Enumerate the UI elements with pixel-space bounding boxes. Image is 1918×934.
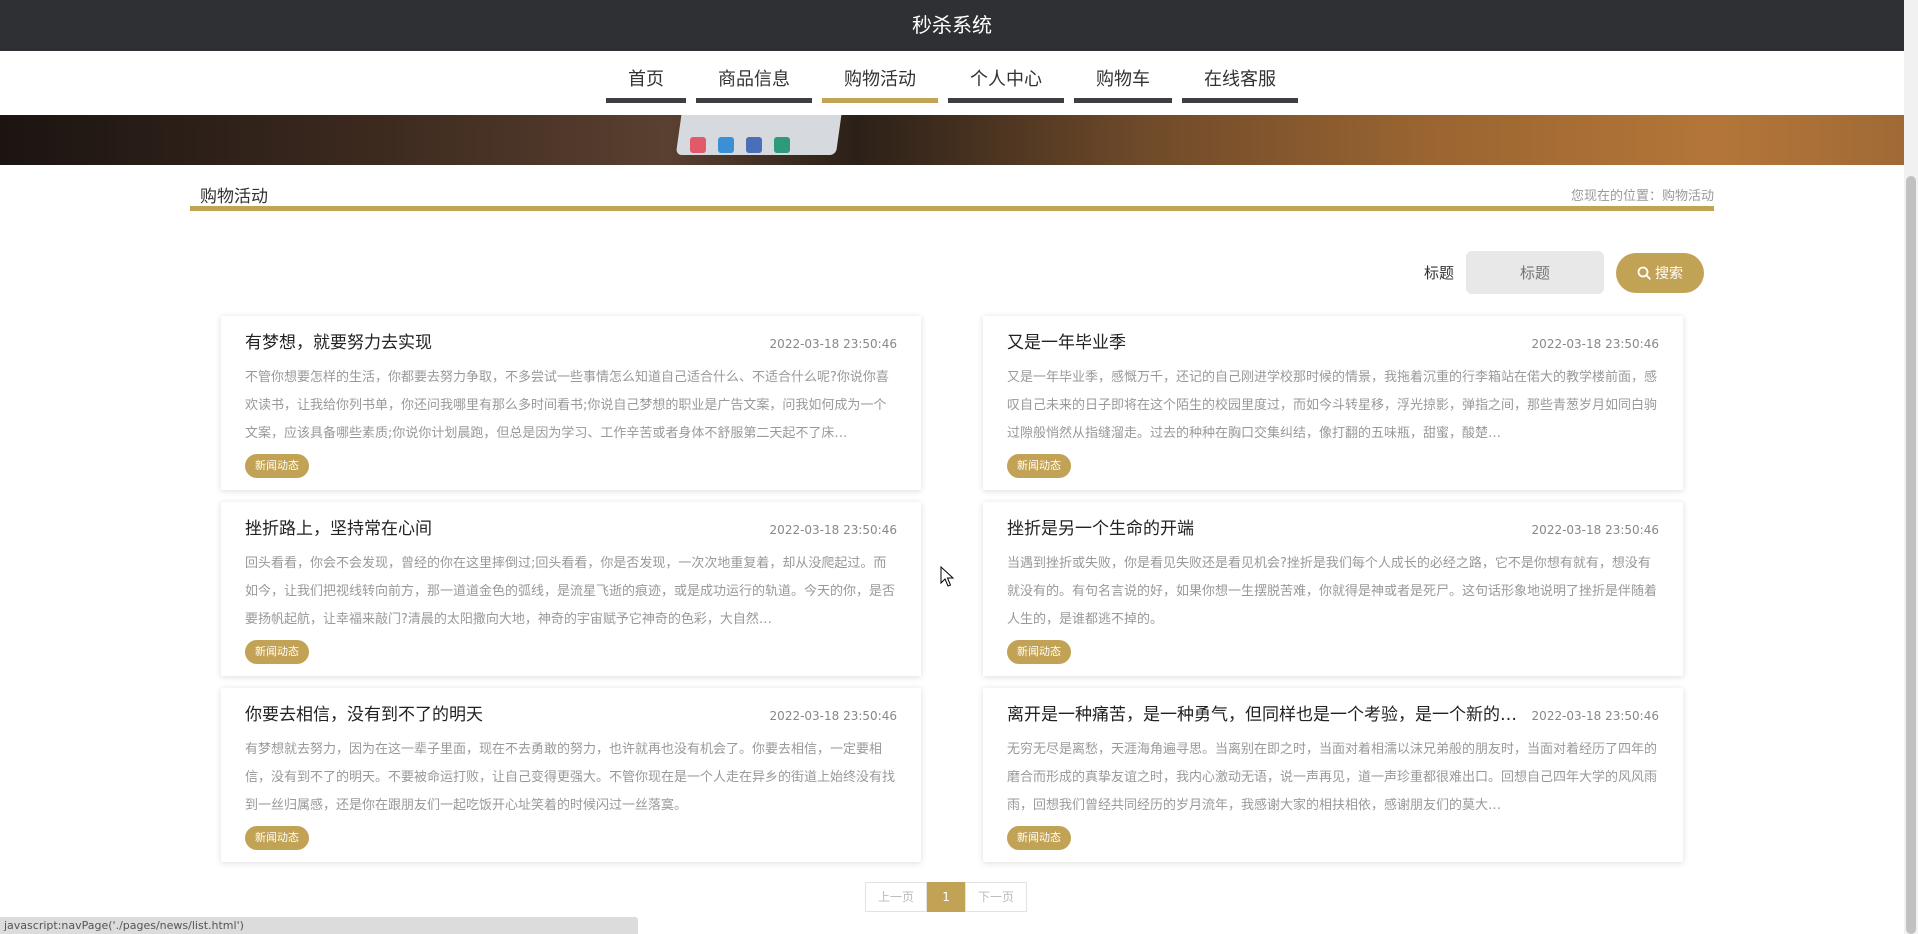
scrollbar-thumb[interactable] bbox=[1906, 176, 1916, 934]
article-excerpt: 有梦想就去努力，因为在这一辈子里面，现在不去勇敢的努力，也许就再也没有机会了。你… bbox=[245, 742, 896, 813]
breadcrumb: 您现在的位置：购物活动 bbox=[1570, 189, 1714, 204]
article-excerpt: 回头看看，你会不会发现，曾经的你在这里摔倒过;回头看看，你是否发现，一次次地重复… bbox=[245, 556, 896, 627]
banner-image bbox=[0, 115, 1904, 165]
article-date: 2022-03-18 23:50:46 bbox=[1531, 523, 1659, 537]
search-label: 标题 bbox=[1423, 264, 1454, 282]
article-excerpt: 当遇到挫折或失败，你是看见失败还是看见机会?挫折是我们每个人成长的必经之路，它不… bbox=[1007, 556, 1658, 627]
app-header: 秒杀系统 bbox=[0, 0, 1904, 51]
scrollbar[interactable] bbox=[1904, 0, 1918, 934]
article-title[interactable]: 又是一年毕业季 bbox=[1007, 328, 1126, 353]
article-card[interactable]: 你要去相信，没有到不了的明天 2022-03-18 23:50:46 有梦想就去… bbox=[221, 688, 921, 862]
nav-item-activities[interactable]: 购物活动 bbox=[822, 65, 938, 103]
article-excerpt: 不管你想要怎样的生活，你都要去努力争取，不多尝试一些事情怎么知道自己适合什么、不… bbox=[245, 370, 889, 441]
page-number-button[interactable]: 1 bbox=[927, 882, 966, 912]
article-excerpt: 又是一年毕业季，感慨万千，还记的自己刚进学校那时候的情景，我拖着沉重的行李箱站在… bbox=[1007, 370, 1658, 441]
search-icon bbox=[1637, 266, 1651, 280]
article-card[interactable]: 离开是一种痛苦，是一种勇气，但同样也是一个考验，是一个新的开始 2022-03-… bbox=[983, 688, 1683, 862]
article-date: 2022-03-18 23:50:46 bbox=[769, 337, 897, 351]
app-title: 秒杀系统 bbox=[912, 13, 992, 37]
next-page-button[interactable]: 下一页 bbox=[965, 882, 1028, 912]
banner-app-icon bbox=[774, 137, 790, 153]
banner-app-icon bbox=[718, 137, 734, 153]
banner-app-icon bbox=[690, 137, 706, 153]
page-title: 购物活动 bbox=[200, 187, 268, 207]
banner-app-icon bbox=[746, 137, 762, 153]
nav-item-profile[interactable]: 个人中心 bbox=[948, 65, 1064, 103]
article-title[interactable]: 离开是一种痛苦，是一种勇气，但同样也是一个考验，是一个新的开始 bbox=[1007, 700, 1532, 725]
search-input[interactable] bbox=[1466, 251, 1604, 294]
nav-item-cart[interactable]: 购物车 bbox=[1074, 65, 1172, 103]
article-tag: 新闻动态 bbox=[245, 454, 309, 478]
article-card[interactable]: 挫折路上，坚持常在心间 2022-03-18 23:50:46 回头看看，你会不… bbox=[221, 502, 921, 676]
nav-item-support[interactable]: 在线客服 bbox=[1182, 65, 1298, 103]
nav-item-home[interactable]: 首页 bbox=[606, 65, 686, 103]
article-tag: 新闻动态 bbox=[245, 640, 309, 664]
article-list: 有梦想，就要努力去实现 2022-03-18 23:50:46 不管你想要怎样的… bbox=[221, 316, 1683, 862]
article-date: 2022-03-18 23:50:46 bbox=[1531, 709, 1659, 723]
search-button[interactable]: 搜索 bbox=[1616, 252, 1704, 293]
search-bar: 标题 搜索 bbox=[1424, 251, 1704, 294]
article-date: 2022-03-18 23:50:46 bbox=[769, 709, 897, 723]
article-tag: 新闻动态 bbox=[1007, 640, 1071, 664]
article-tag: 新闻动态 bbox=[245, 826, 309, 850]
article-date: 2022-03-18 23:50:46 bbox=[1531, 337, 1659, 351]
main-nav: 首页 商品信息 购物活动 个人中心 购物车 在线客服 bbox=[0, 51, 1904, 115]
article-card[interactable]: 又是一年毕业季 2022-03-18 23:50:46 又是一年毕业季，感慨万千… bbox=[983, 316, 1683, 490]
browser-status-bar: javascript:navPage('./pages/news/list.ht… bbox=[0, 917, 638, 934]
article-excerpt: 无穷无尽是离愁，天涯海角遍寻思。当离别在即之时，当面对着相濡以沫兄弟般的朋友时，… bbox=[1007, 742, 1658, 813]
pagination: 上一页 1 下一页 bbox=[865, 882, 1028, 912]
prev-page-button[interactable]: 上一页 bbox=[865, 882, 928, 912]
article-title[interactable]: 挫折是另一个生命的开端 bbox=[1007, 514, 1194, 539]
mouse-cursor-icon bbox=[940, 566, 954, 587]
article-card[interactable]: 挫折是另一个生命的开端 2022-03-18 23:50:46 当遇到挫折或失败… bbox=[983, 502, 1683, 676]
article-tag: 新闻动态 bbox=[1007, 826, 1071, 850]
article-title[interactable]: 有梦想，就要努力去实现 bbox=[245, 328, 432, 353]
nav-item-products[interactable]: 商品信息 bbox=[696, 65, 812, 103]
search-button-label: 搜索 bbox=[1655, 265, 1683, 282]
article-title[interactable]: 你要去相信，没有到不了的明天 bbox=[245, 700, 483, 725]
section-header: 购物活动 您现在的位置：购物活动 bbox=[190, 165, 1714, 211]
article-date: 2022-03-18 23:50:46 bbox=[769, 523, 897, 537]
article-tag: 新闻动态 bbox=[1007, 454, 1071, 478]
article-title[interactable]: 挫折路上，坚持常在心间 bbox=[245, 514, 432, 539]
article-card[interactable]: 有梦想，就要努力去实现 2022-03-18 23:50:46 不管你想要怎样的… bbox=[221, 316, 921, 490]
